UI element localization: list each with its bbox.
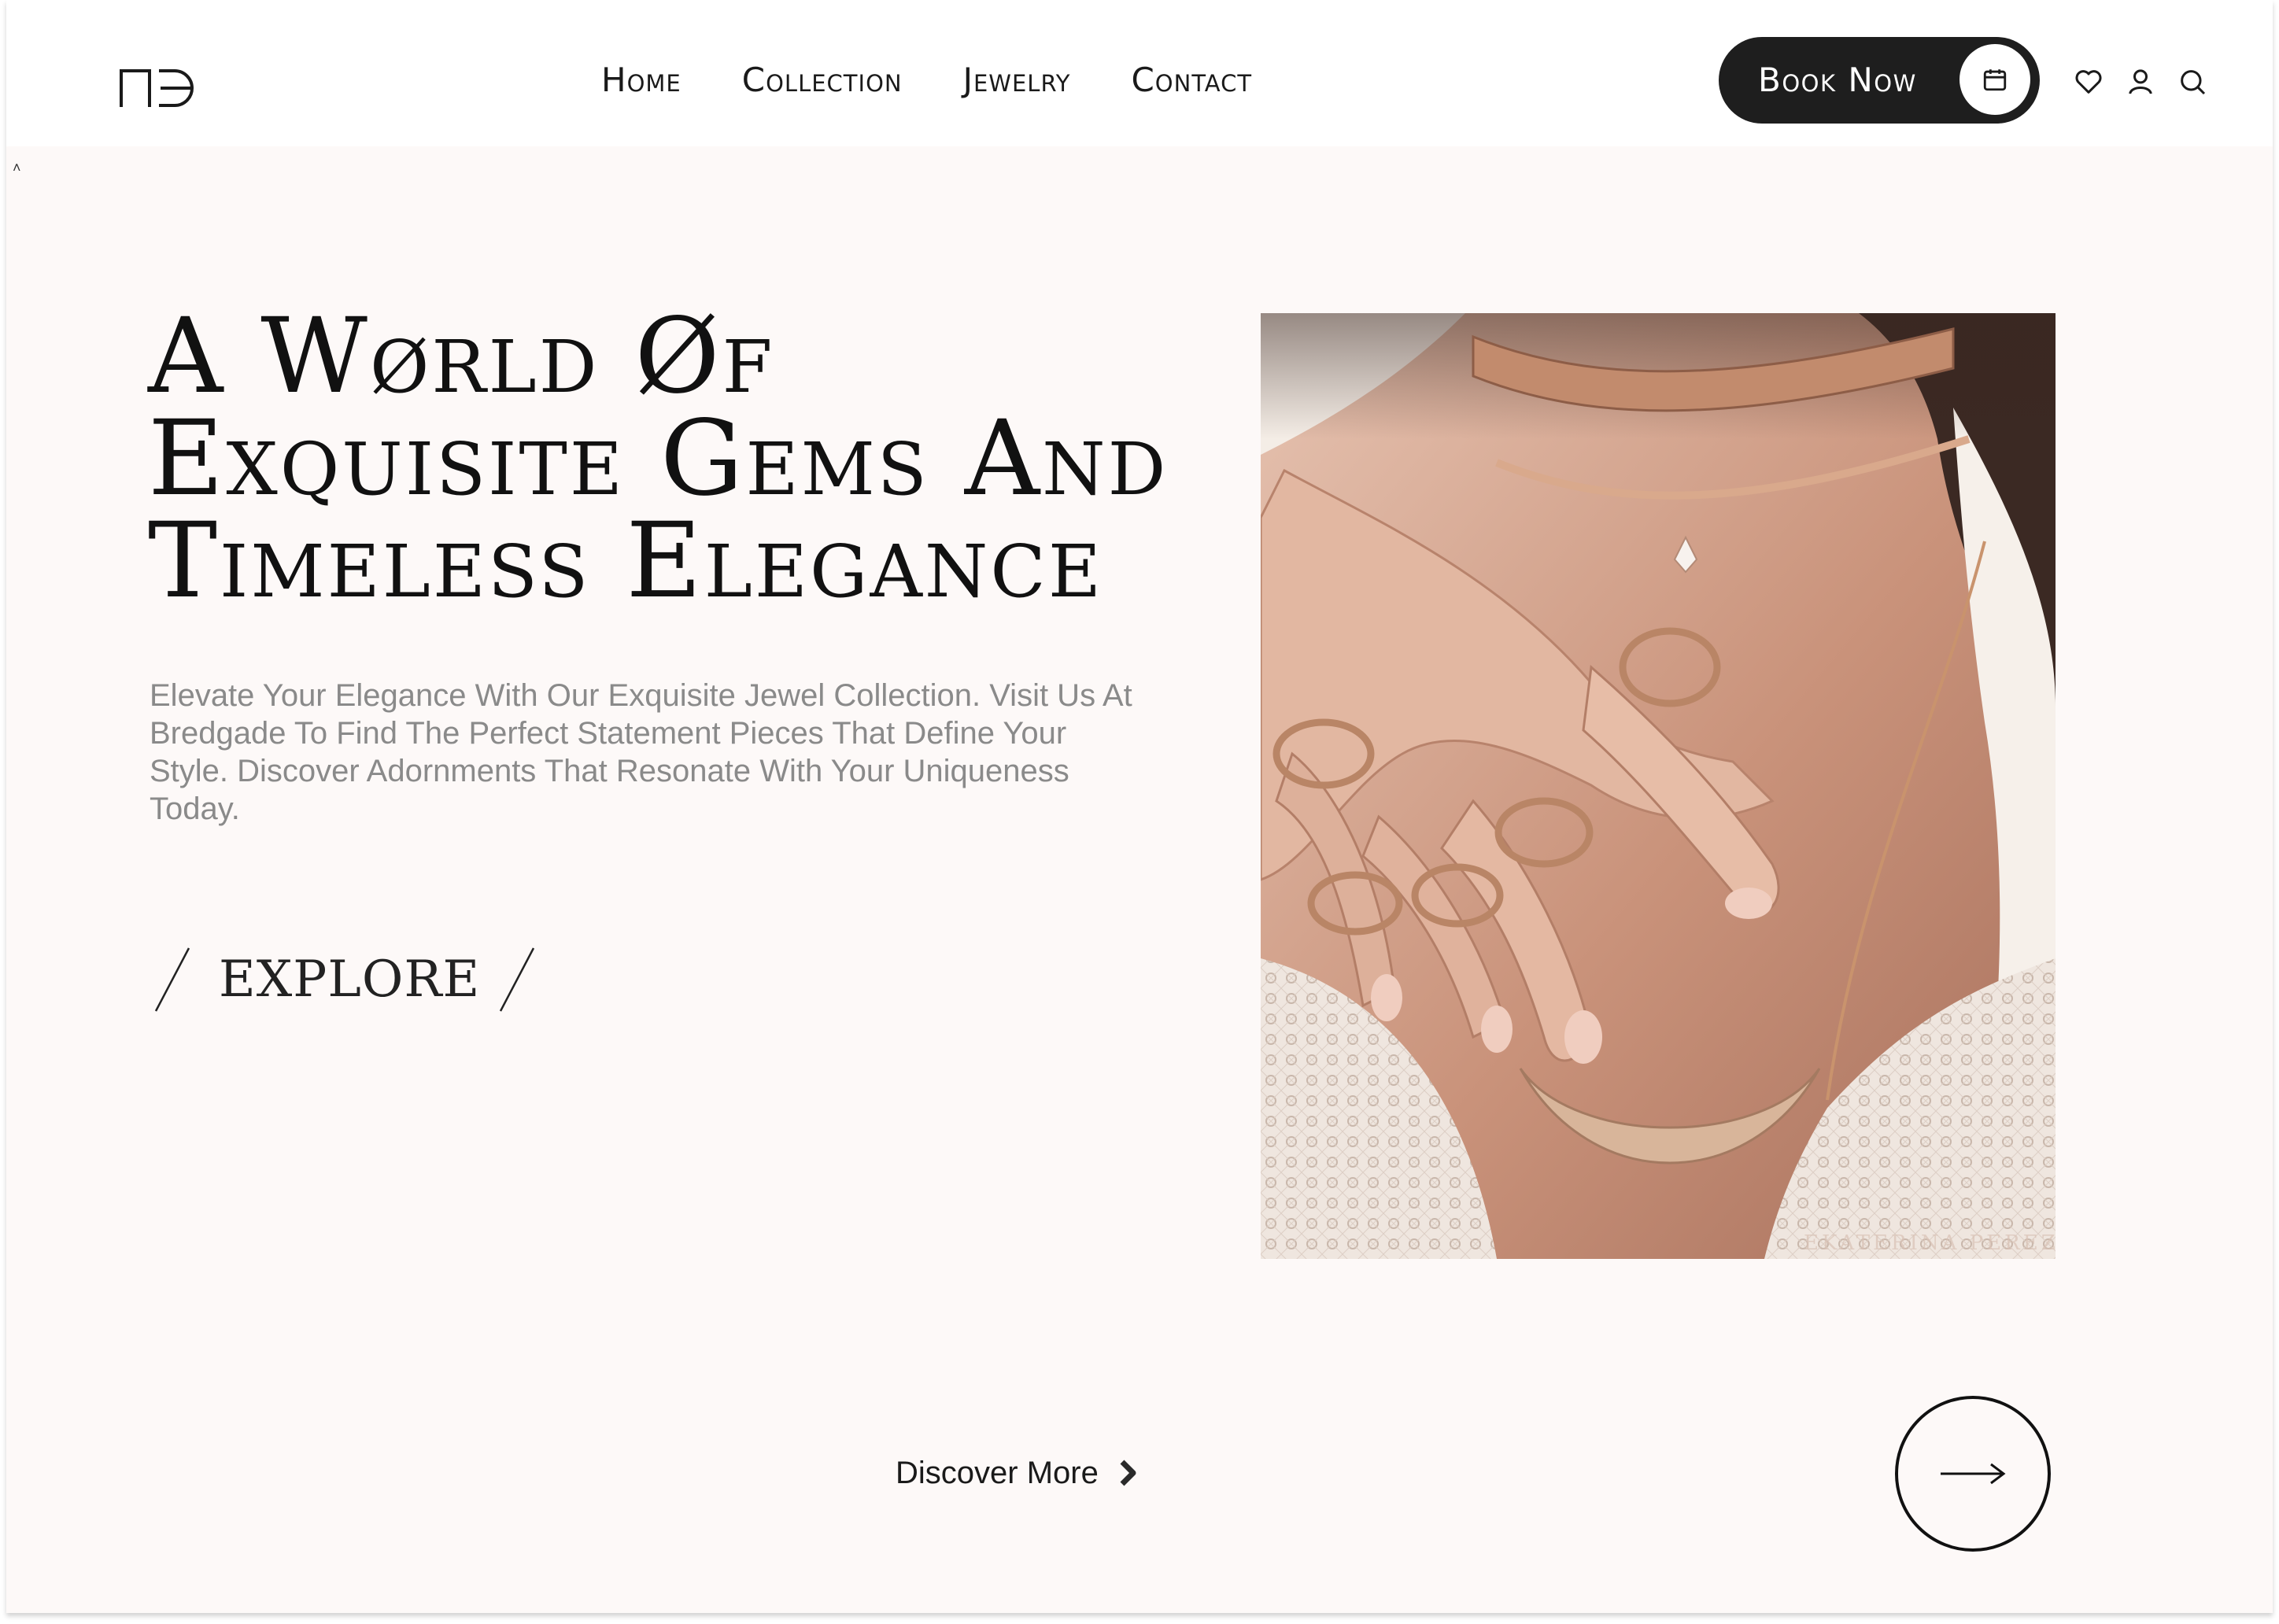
nav-jewelry[interactable]: Jewelry (963, 58, 1071, 102)
next-arrow-button[interactable] (1895, 1396, 2051, 1552)
nav-home[interactable]: Home (601, 58, 681, 102)
explore-label: EXPLORE (219, 950, 481, 1009)
arrow-right-icon (1941, 1463, 2006, 1485)
calendar-icon (1959, 44, 2030, 115)
nav-contact[interactable]: Contact (1131, 58, 1252, 102)
discover-more-label: Discover More (896, 1456, 1099, 1490)
caret-icon: ˄ (13, 160, 21, 175)
hero-image: EKATERINA PEREZ (1261, 313, 2056, 1259)
heart-icon[interactable] (2073, 66, 2104, 98)
book-now-label: Book Now (1758, 61, 1917, 99)
hero-subtitle: Elevate Your Elegance With Our Exquisite… (150, 678, 1132, 826)
site-header: Home Collection Jewelry Contact Book Now (6, 0, 2273, 146)
discover-more-link[interactable]: Discover More (896, 1454, 1140, 1492)
brand-logo[interactable] (118, 66, 197, 110)
explore-link[interactable]: EXPLORE (153, 944, 537, 1015)
slash-right-icon (500, 947, 535, 1012)
book-now-button[interactable]: Book Now (1719, 37, 2040, 124)
slash-left-icon (154, 947, 190, 1012)
page: Home Collection Jewelry Contact Book Now (6, 0, 2273, 1613)
main-nav: Home Collection Jewelry Contact (601, 58, 1313, 102)
chevron-right-icon (1120, 1460, 1136, 1486)
svg-text:EKATERINA PEREZ: EKATERINA PEREZ (1804, 1231, 2056, 1255)
user-icon[interactable] (2125, 66, 2156, 98)
hero-title: A Wørld Øf Exquisite Gems And Timeless E… (148, 296, 1169, 622)
jewelry-model-image: EKATERINA PEREZ (1261, 313, 2056, 1259)
nav-collection[interactable]: Collection (742, 58, 903, 102)
search-icon[interactable] (2177, 66, 2208, 98)
